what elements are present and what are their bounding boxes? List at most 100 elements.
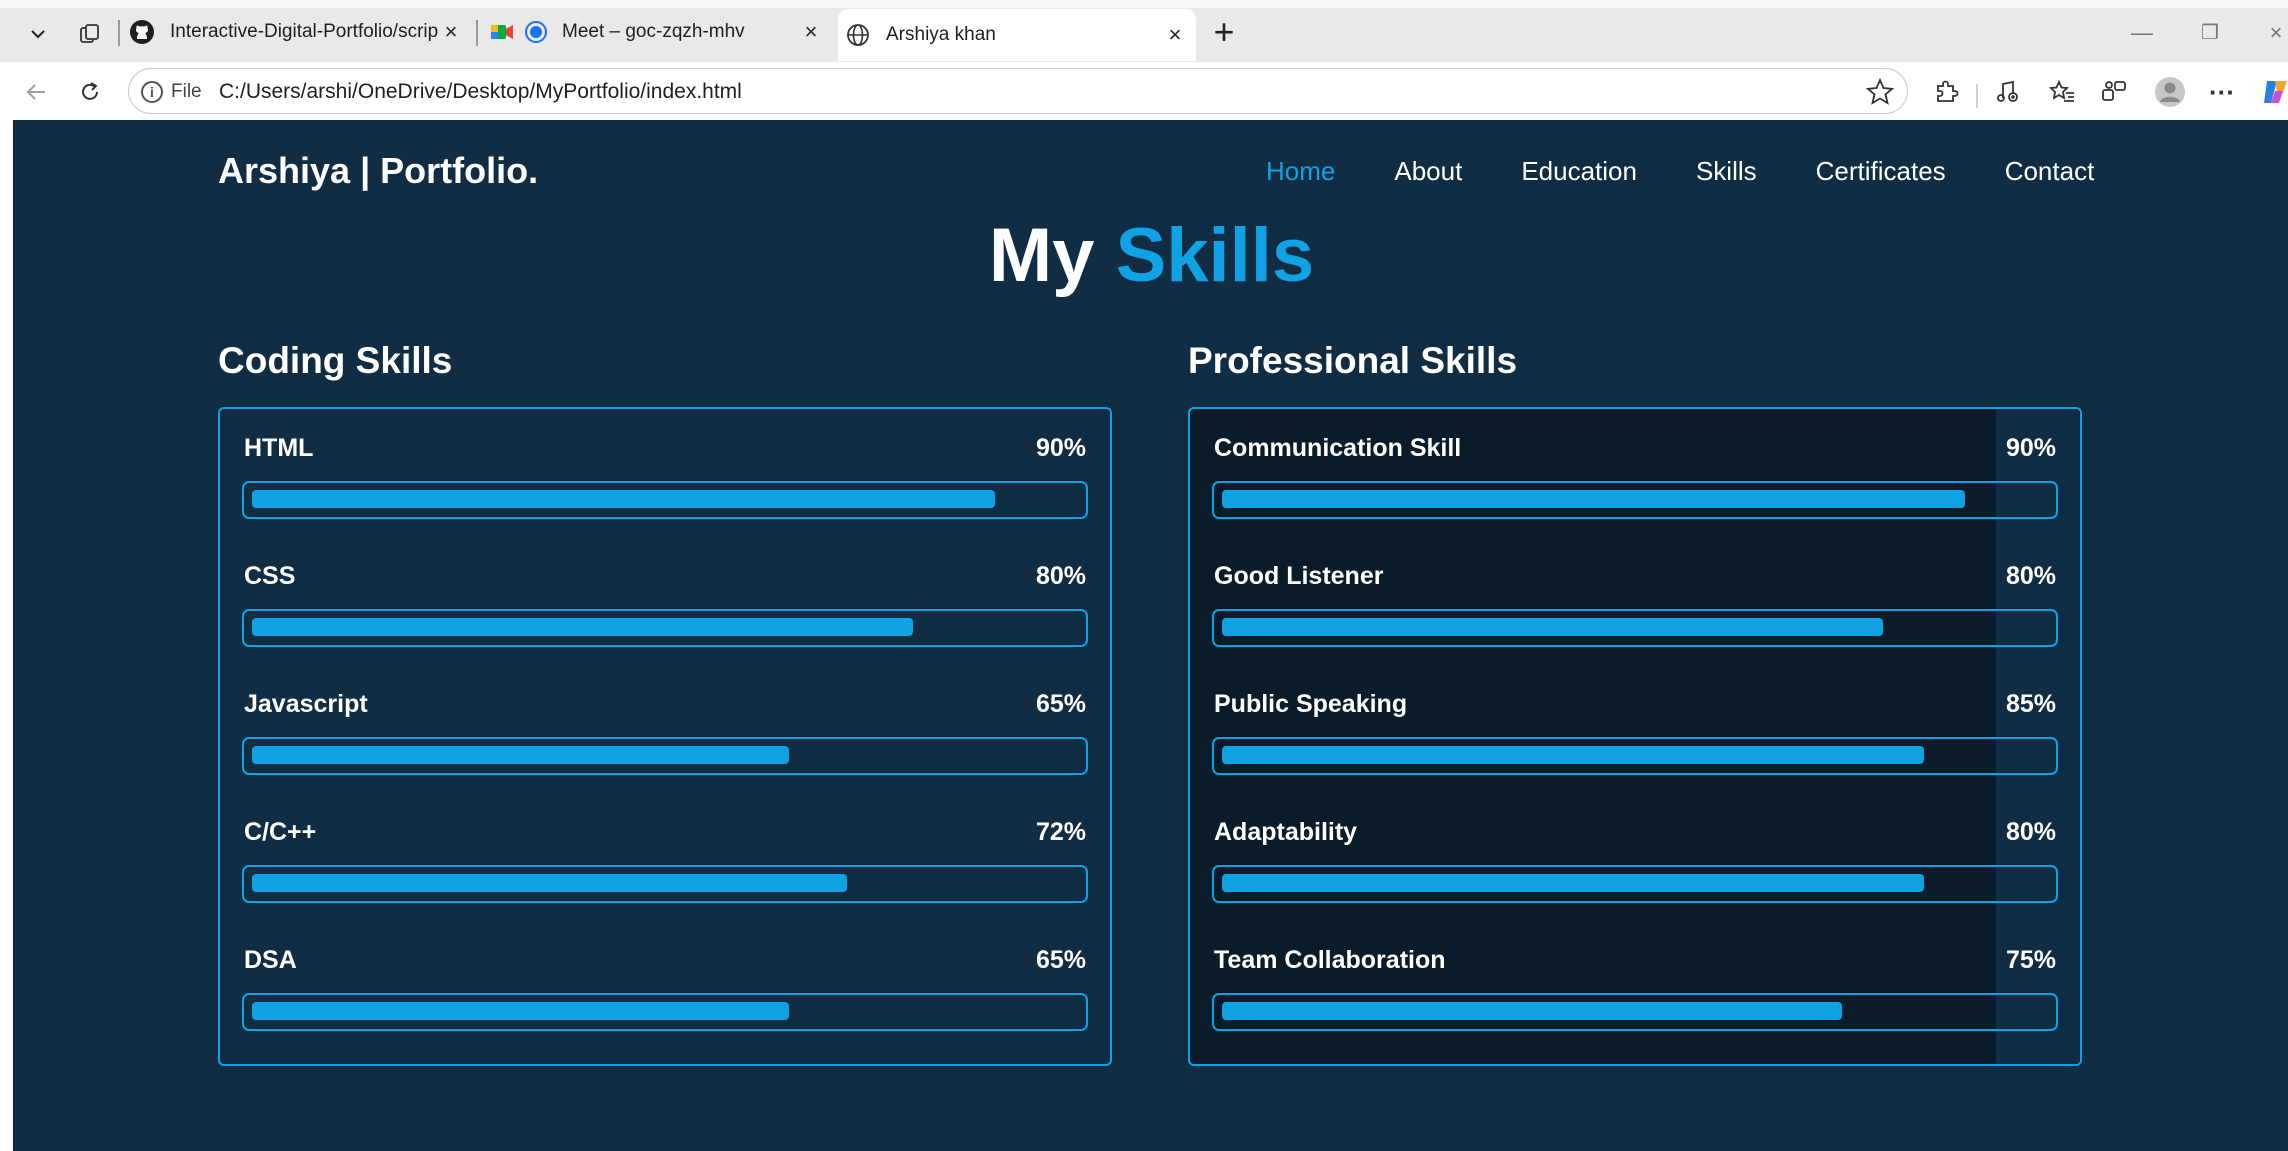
- professional-skills-title: Professional Skills: [1188, 340, 1518, 381]
- site-logo[interactable]: Arshiya | Portfolio.: [218, 150, 538, 192]
- nav-certificates[interactable]: Certificates: [1816, 156, 1946, 187]
- minimize-button[interactable]: —: [2122, 16, 2162, 50]
- skill-percent: 85%: [2005, 690, 2056, 718]
- skill-percent: 90%: [2005, 434, 2056, 462]
- close-tab-icon[interactable]: ×: [440, 21, 462, 43]
- nav-about[interactable]: About: [1394, 156, 1462, 187]
- skill-name: HTML: [244, 434, 314, 462]
- toolbar-divider: [1976, 84, 1978, 108]
- new-tab-button[interactable]: +: [1204, 14, 1244, 54]
- tab-arshiya-khan[interactable]: Arshiya khan ×: [838, 9, 1196, 61]
- tab-github[interactable]: Interactive-Digital-Portfolio/script ×: [122, 10, 472, 54]
- skill-percent: 80%: [1035, 562, 1086, 590]
- skill-progress-fill: [252, 1002, 789, 1020]
- skill-name: Good Listener: [1214, 562, 1384, 590]
- professional-skill-row: Adaptability 80%: [1212, 805, 2058, 903]
- tab-title: Interactive-Digital-Portfolio/script: [170, 21, 438, 42]
- collections-icon[interactable]: [2098, 76, 2130, 108]
- skill-name: Adaptability: [1214, 818, 1358, 846]
- skill-progress-fill: [1222, 874, 1924, 892]
- skill-name: CSS: [244, 562, 296, 590]
- profile-avatar-icon[interactable]: [2154, 76, 2186, 108]
- site-info-icon[interactable]: i: [141, 81, 163, 103]
- site-nav: Home About Education Skills Certificates…: [1266, 156, 2153, 187]
- professional-skill-row: Communication Skill 90%: [1212, 421, 2058, 519]
- back-arrow-icon: [26, 84, 45, 100]
- restore-button[interactable]: ❐: [2190, 16, 2230, 50]
- read-aloud-icon[interactable]: [1992, 76, 2024, 108]
- skill-progress-bar: [1212, 993, 2058, 1031]
- skill-percent: 72%: [1035, 818, 1086, 846]
- close-tab-icon[interactable]: ×: [1164, 24, 1186, 46]
- skill-percent: 90%: [1035, 434, 1086, 462]
- skill-progress-bar: [1212, 737, 2058, 775]
- nav-education[interactable]: Education: [1521, 156, 1637, 187]
- skill-progress-bar: [242, 481, 1088, 519]
- skill-progress-bar: [242, 609, 1088, 647]
- professional-skill-row: Good Listener 80%: [1212, 549, 2058, 647]
- skill-progress-bar: [1212, 865, 2058, 903]
- more-options-icon[interactable]: ···: [2206, 76, 2238, 108]
- nav-skills[interactable]: Skills: [1696, 156, 1757, 187]
- page-title-accent: Skills: [1115, 213, 1315, 298]
- globe-icon: [844, 21, 872, 49]
- browser-toolbar: i File C:/Users/arshi/OneDrive/Desktop/M…: [0, 62, 2288, 120]
- portfolio-page: Arshiya | Portfolio. Home About Educatio…: [13, 120, 2288, 1151]
- refresh-icon: [82, 82, 98, 100]
- coding-skills-panel: HTML 90% CSS 80% Javascript 65% C/C++ 72% DSA 65%: [218, 407, 1112, 1066]
- page-title: My Skills: [14, 212, 2288, 299]
- skill-progress-fill: [252, 490, 995, 508]
- skill-progress-fill: [1222, 490, 1965, 508]
- nav-contact[interactable]: Contact: [2005, 156, 2095, 187]
- workspaces-icon: [80, 24, 99, 43]
- tab-google-meet[interactable]: Meet – goc-zqzh-mhv ×: [482, 10, 832, 54]
- skill-progress-bar: [242, 993, 1088, 1031]
- skill-progress-fill: [1222, 1002, 1842, 1020]
- coding-skills-title: Coding Skills: [218, 340, 453, 381]
- skill-name: Communication Skill: [1214, 434, 1462, 462]
- skill-name: Team Collaboration: [1214, 946, 1446, 974]
- refresh-button[interactable]: [70, 72, 110, 112]
- tab-actions-menu-button[interactable]: [18, 16, 58, 52]
- skill-progress-bar: [242, 737, 1088, 775]
- skill-percent: 75%: [2005, 946, 2056, 974]
- coding-skill-row: C/C++ 72%: [242, 805, 1088, 903]
- address-url[interactable]: C:/Users/arshi/OneDrive/Desktop/MyPortfo…: [219, 80, 742, 104]
- skill-name: Public Speaking: [1214, 690, 1408, 718]
- skill-percent: 80%: [2005, 818, 2056, 846]
- skill-progress-fill: [1222, 746, 1924, 764]
- copilot-icon[interactable]: [2260, 76, 2288, 108]
- nav-home[interactable]: Home: [1266, 156, 1335, 187]
- chevron-down-icon: [31, 30, 45, 39]
- tab-title: Arshiya khan: [886, 24, 996, 45]
- tab-strip: Interactive-Digital-Portfolio/script × M…: [0, 0, 2288, 62]
- extensions-icon[interactable]: [1930, 76, 1962, 108]
- skill-percent: 65%: [1035, 690, 1086, 718]
- tab-strip-edge: [0, 0, 2288, 8]
- professional-skills-panel: Communication Skill 90% Good Listener 80% Pu…: [1188, 407, 2082, 1066]
- coding-skill-row: Javascript 65%: [242, 677, 1088, 775]
- skill-name: C/C++: [244, 818, 317, 846]
- github-icon: [128, 18, 156, 46]
- workspaces-button[interactable]: [70, 16, 110, 52]
- skill-progress-fill: [1222, 618, 1883, 636]
- skill-percent: 80%: [2005, 562, 2056, 590]
- page-title-plain: My: [988, 213, 1095, 298]
- skill-progress-bar: [242, 865, 1088, 903]
- favorites-icon[interactable]: [2046, 76, 2078, 108]
- close-tab-icon[interactable]: ×: [800, 21, 822, 43]
- tab-title: Meet – goc-zqzh-mhv: [562, 21, 745, 42]
- close-window-button[interactable]: ×: [2256, 16, 2288, 50]
- professional-skill-row: Team Collaboration 75%: [1212, 933, 2058, 1031]
- skill-progress-fill: [252, 618, 913, 636]
- skill-progress-bar: [1212, 481, 2058, 519]
- coding-skill-row: CSS 80%: [242, 549, 1088, 647]
- coding-skill-row: DSA 65%: [242, 933, 1088, 1031]
- address-scheme: File: [171, 81, 202, 102]
- address-bar[interactable]: i File C:/Users/arshi/OneDrive/Desktop/M…: [128, 68, 1908, 114]
- skill-progress-fill: [252, 746, 789, 764]
- favorite-star-icon[interactable]: [1865, 77, 1895, 107]
- back-button[interactable]: [16, 72, 56, 112]
- skill-name: Javascript: [244, 690, 368, 718]
- recording-indicator-icon: [522, 18, 550, 46]
